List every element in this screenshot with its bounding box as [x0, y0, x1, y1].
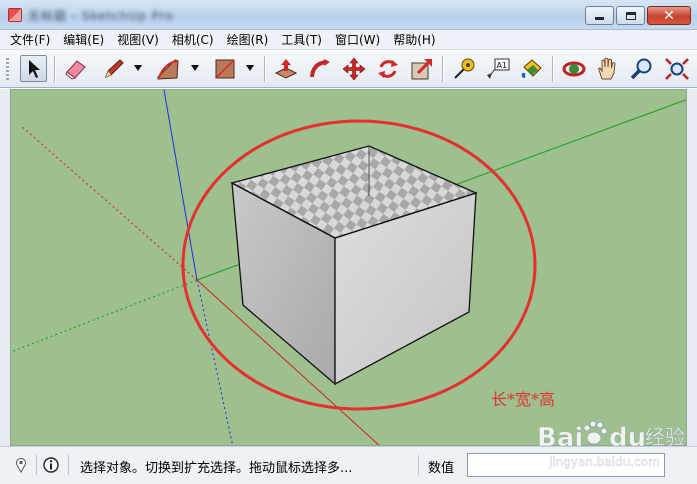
menu-edit[interactable]: 编辑(E) [63, 31, 104, 48]
zoom-extents-tool-button[interactable] [662, 55, 692, 82]
red-axis-dotted [20, 125, 198, 281]
zoom-icon [630, 58, 651, 79]
box-model[interactable] [230, 145, 478, 386]
push-pull-icon [274, 58, 297, 79]
window-controls: ✕ [583, 6, 691, 25]
status-separator [36, 455, 37, 475]
baidu-jingyan-logo: Bai du 经验 jingyan.baidu.com [537, 420, 685, 469]
location-pin-icon [16, 458, 26, 473]
maximize-button[interactable] [616, 6, 645, 25]
toolbar-separator [552, 56, 553, 82]
arc-dropdown-arrow[interactable] [191, 65, 199, 71]
menu-draw[interactable]: 绘图(R) [227, 31, 269, 48]
pencil-icon [104, 58, 124, 78]
status-separator [418, 455, 419, 475]
minimize-icon [595, 17, 604, 20]
zoom-extents-icon [665, 57, 689, 80]
logo-brand-suffix: du [609, 423, 646, 453]
app-icon [8, 8, 22, 22]
geo-location-button[interactable] [12, 456, 30, 474]
text-tool-button[interactable]: A1 [484, 55, 511, 82]
close-button[interactable]: ✕ [647, 6, 691, 25]
instructor-button[interactable] [42, 456, 60, 474]
pencil-dropdown-arrow[interactable] [134, 65, 142, 71]
viewport-right-border [687, 89, 697, 446]
scale-icon [411, 58, 432, 79]
dimension-annotation: 长*宽*高 [491, 390, 556, 409]
orbit-icon [562, 61, 585, 76]
tape-measure-tool-button[interactable] [450, 55, 477, 82]
menu-camera[interactable]: 相机(C) [172, 31, 214, 48]
title-bar: 无标题 - SketchUp Pro ✕ [0, 0, 697, 30]
rectangle-icon [214, 58, 235, 79]
measurements-label: 数值 [428, 461, 455, 476]
paint-bucket-tool-button[interactable] [518, 55, 545, 82]
main-toolbar: A1 [0, 50, 697, 88]
menu-help[interactable]: 帮助(H) [393, 31, 435, 48]
logo-brand-prefix: Bai [537, 423, 583, 453]
orbit-tool-button[interactable] [560, 55, 587, 82]
push-pull-tool-button[interactable] [272, 55, 299, 82]
move-tool-button[interactable] [340, 55, 367, 82]
viewport-left-border [0, 89, 10, 446]
status-message: 选择对象。切换到扩充选择。拖动鼠标选择多... [80, 461, 353, 476]
eraser-tool-button[interactable] [62, 55, 89, 82]
paint-bucket-icon [521, 58, 542, 78]
follow-me-icon [309, 58, 330, 77]
blue-axis-dotted [196, 279, 234, 445]
pencil-tool-button[interactable] [100, 55, 127, 82]
toolbar-separator [264, 56, 265, 82]
toolbar-separator [442, 56, 443, 82]
menu-bar: 文件(F) 编辑(E) 视图(V) 相机(C) 绘图(R) 工具(T) 窗口(W… [0, 30, 697, 50]
select-arrow-icon [28, 59, 40, 78]
scale-tool-button[interactable] [408, 55, 435, 82]
follow-me-tool-button[interactable] [306, 55, 333, 82]
menu-view[interactable]: 视图(V) [117, 31, 159, 48]
select-tool-button[interactable] [20, 55, 47, 82]
rotate-tool-button[interactable] [374, 55, 401, 82]
minimize-button[interactable] [585, 6, 614, 25]
rotate-icon [377, 59, 398, 78]
zoom-tool-button[interactable] [628, 55, 655, 82]
blue-axis [163, 90, 198, 281]
rectangle-tool-button[interactable] [211, 55, 238, 82]
arc-tool-button[interactable] [154, 55, 181, 82]
tape-measure-icon [453, 58, 474, 79]
scene-canvas[interactable] [11, 90, 687, 446]
info-icon [43, 457, 59, 473]
text-label-icon: A1 [486, 58, 509, 79]
close-icon: ✕ [663, 7, 675, 24]
pan-hand-icon [597, 57, 616, 79]
pan-tool-button[interactable] [594, 55, 621, 82]
baidu-watermark: Bai du 经验 jingyan.baidu.com [535, 410, 695, 476]
eraser-icon [64, 59, 86, 80]
menu-window[interactable]: 窗口(W) [335, 31, 380, 48]
menu-tools[interactable]: 工具(T) [281, 31, 322, 48]
arc-icon [157, 58, 179, 80]
text-tool-label: A1 [496, 61, 507, 70]
toolbar-separator [54, 56, 55, 82]
move-icon [342, 57, 365, 80]
maximize-icon [625, 11, 636, 20]
rectangle-dropdown-arrow[interactable] [246, 65, 254, 71]
drawing-viewport[interactable]: 长*宽*高 [10, 89, 687, 446]
logo-brand-cn: 经验 [645, 425, 685, 449]
window-title: 无标题 - SketchUp Pro [28, 9, 174, 23]
toolbar-grip[interactable] [6, 58, 9, 80]
status-separator [68, 455, 69, 475]
watermark-url: jingyan.baidu.com [548, 455, 660, 469]
menu-file[interactable]: 文件(F) [10, 31, 50, 48]
paw-icon [583, 420, 608, 445]
green-axis-dotted [11, 279, 198, 353]
